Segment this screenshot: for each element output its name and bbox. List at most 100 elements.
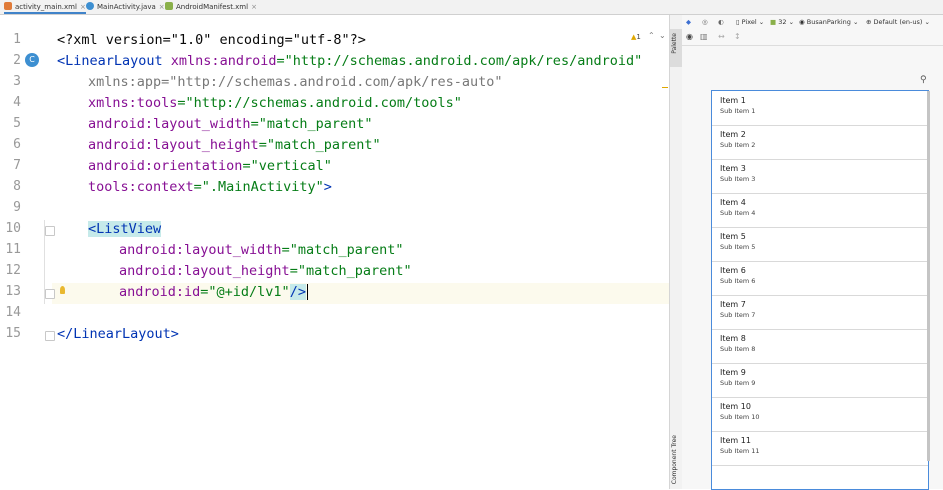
line-number: 3 xyxy=(13,74,21,89)
palette-label: Palette xyxy=(671,33,678,54)
vertical-resize-icon[interactable]: ↕ xyxy=(734,32,741,41)
lightbulb-icon[interactable] xyxy=(60,286,65,294)
list-item[interactable]: Item 10 Sub Item 10 xyxy=(712,397,928,432)
locale-label: Default (en-us) xyxy=(873,18,923,26)
list-item-subtitle: Sub Item 10 xyxy=(720,413,760,421)
line-number: 6 xyxy=(13,137,21,152)
code-editor[interactable]: 1 2 3 4 5 6 7 8 9 10 11 12 13 14 15 C <?… xyxy=(0,15,669,489)
list-item-subtitle: Sub Item 8 xyxy=(720,345,756,353)
list-item[interactable]: Item 2 Sub Item 2 xyxy=(712,125,928,160)
orientation-icon[interactable]: ◎ xyxy=(702,18,708,26)
class-gutter-icon[interactable]: C xyxy=(25,53,39,67)
night-mode-icon[interactable]: ◐ xyxy=(718,18,724,26)
list-item-title: Item 5 xyxy=(720,232,746,241)
fold-marker-icon[interactable] xyxy=(45,289,55,299)
theme-icon: ◉ xyxy=(799,18,805,26)
list-item[interactable]: Item 5 Sub Item 5 xyxy=(712,227,928,262)
tab-label: MainActivity.java xyxy=(97,3,156,11)
chevron-up-icon[interactable]: ⌃ xyxy=(648,31,655,40)
code-line-13: android:id="@+id/lv1"/> xyxy=(119,284,308,300)
editor-tab-bar: activity_main.xml × MainActivity.java × An… xyxy=(0,0,943,15)
blueprint-icon[interactable]: ▥ xyxy=(700,32,708,41)
warning-stripe-marker[interactable] xyxy=(662,87,668,88)
phone-icon: ▯ xyxy=(736,18,740,26)
list-item-subtitle: Sub Item 11 xyxy=(720,447,760,455)
line-number: 4 xyxy=(13,95,21,110)
code-line-6: android:layout_height="match_parent" xyxy=(88,137,381,153)
line-number: 11 xyxy=(5,242,21,257)
device-selector[interactable]: ▯ Pixel ⌄ xyxy=(736,18,764,26)
list-item[interactable]: Item 9 Sub Item 9 xyxy=(712,363,928,398)
line-number: 1 xyxy=(13,32,21,47)
code-line-1: <?xml version="1.0" encoding="utf-8"?> xyxy=(57,32,366,48)
code-line-7: android:orientation="vertical" xyxy=(88,158,332,174)
line-number: 14 xyxy=(5,305,21,320)
list-item[interactable]: Item 4 Sub Item 4 xyxy=(712,193,928,228)
line-number: 7 xyxy=(13,158,21,173)
device-label: Pixel xyxy=(741,18,757,26)
close-icon[interactable]: × xyxy=(80,3,86,11)
listview-preview[interactable]: Item 1 Sub Item 1 Item 2 Sub Item 2 Item 3… xyxy=(711,90,929,490)
android-manifest-icon xyxy=(165,2,173,10)
list-item[interactable]: Item 7 Sub Item 7 xyxy=(712,295,928,330)
line-number: 9 xyxy=(13,200,21,215)
layers-icon[interactable]: ◆ xyxy=(686,18,691,26)
inspection-count: 1 xyxy=(636,33,641,41)
tab-main-activity[interactable]: MainActivity.java × xyxy=(86,0,165,14)
code-line-8: tools:context=".MainActivity"> xyxy=(88,179,332,195)
list-item-subtitle: Sub Item 6 xyxy=(720,277,756,285)
horizontal-resize-icon[interactable]: ↔ xyxy=(718,32,725,41)
list-item-subtitle: Sub Item 1 xyxy=(720,107,756,115)
fold-marker-icon[interactable] xyxy=(45,226,55,236)
tab-android-manifest[interactable]: AndroidManifest.xml × xyxy=(165,0,257,14)
design-toolbar: ◆ ◎ ◐ ▯ Pixel ⌄ ■ 32 ⌄ ◉ BusanParking ⌄ … xyxy=(682,15,943,31)
close-icon[interactable]: × xyxy=(159,3,165,11)
code-line-10: <ListView xyxy=(88,221,162,237)
list-item-subtitle: Sub Item 3 xyxy=(720,175,756,183)
api-selector[interactable]: ■ 32 ⌄ xyxy=(770,18,794,26)
side-tool-strip: Palette Component Tree xyxy=(669,15,682,489)
list-item-title: Item 11 xyxy=(720,436,751,445)
inspection-warning[interactable]: ▲1 xyxy=(631,33,641,41)
fold-marker-icon[interactable] xyxy=(45,331,55,341)
design-secondary-toolbar: ◉ ▥ ↔ ↕ xyxy=(682,31,943,46)
list-item-subtitle: Sub Item 7 xyxy=(720,311,756,319)
list-item[interactable]: Item 11 Sub Item 11 xyxy=(712,431,928,466)
list-item-subtitle: Sub Item 5 xyxy=(720,243,756,251)
list-item[interactable]: Item 1 Sub Item 1 xyxy=(712,91,928,126)
code-line-2: <LinearLayout xmlns:android="http://sche… xyxy=(57,53,643,69)
java-class-icon xyxy=(86,2,94,10)
list-item-title: Item 4 xyxy=(720,198,746,207)
list-item-title: Item 1 xyxy=(720,96,746,105)
component-tree-label[interactable]: Component Tree xyxy=(671,435,681,484)
theme-selector[interactable]: ◉ BusanParking ⌄ xyxy=(799,18,858,26)
preview-scrollbar[interactable] xyxy=(927,91,930,461)
code-line-3: xmlns:app="http://schemas.android.com/ap… xyxy=(88,74,503,90)
line-number: 8 xyxy=(13,179,21,194)
code-line-12: android:layout_height="match_parent" xyxy=(119,263,412,279)
list-item[interactable]: Item 8 Sub Item 8 xyxy=(712,329,928,364)
text-caret xyxy=(306,284,308,300)
locale-selector[interactable]: ⊕ Default (en-us) ⌄ xyxy=(866,18,930,26)
list-item-title: Item 7 xyxy=(720,300,746,309)
list-item-subtitle: Sub Item 4 xyxy=(720,209,756,217)
globe-icon: ⊕ xyxy=(866,18,872,26)
list-item[interactable]: Item 3 Sub Item 3 xyxy=(712,159,928,194)
list-item-title: Item 3 xyxy=(720,164,746,173)
list-item-title: Item 6 xyxy=(720,266,746,275)
list-item-title: Item 8 xyxy=(720,334,746,343)
list-item[interactable]: Item 6 Sub Item 6 xyxy=(712,261,928,296)
list-item-subtitle: Sub Item 9 xyxy=(720,379,756,387)
chevron-down-icon[interactable]: ⌄ xyxy=(659,31,666,40)
line-number: 5 xyxy=(13,116,21,131)
list-item-title: Item 10 xyxy=(720,402,751,411)
list-item-title: Item 2 xyxy=(720,130,746,139)
eye-icon[interactable]: ◉ xyxy=(686,32,693,41)
list-item-subtitle: Sub Item 2 xyxy=(720,141,756,149)
close-icon[interactable]: × xyxy=(251,3,257,11)
line-number: 15 xyxy=(5,326,21,341)
pin-icon[interactable]: ⚲ xyxy=(920,75,927,85)
code-line-5: android:layout_width="match_parent" xyxy=(88,116,373,132)
list-item-title: Item 9 xyxy=(720,368,746,377)
tab-activity-main[interactable]: activity_main.xml × xyxy=(4,0,86,14)
